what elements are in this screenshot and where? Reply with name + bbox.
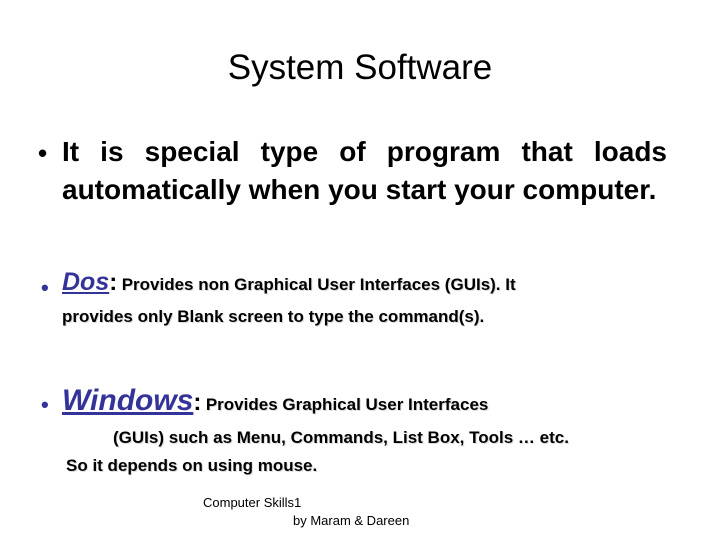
term-dos-colon: : [109, 269, 118, 296]
bullet-marker-dos: • [41, 275, 49, 300]
dos-description-line-2-row: provides only Blank screen to type the c… [62, 304, 662, 331]
bullet-item-intro: It is special type of program that loads… [62, 133, 667, 209]
footer-course-name: Computer Skills1 [203, 495, 302, 510]
bullet-intro-text: It is special type of program that loads… [62, 136, 667, 205]
footer-authors: by Maram & Dareen [293, 513, 410, 528]
windows-heading-line: Windows: Provides Graphical User Interfa… [62, 385, 672, 422]
windows-description-line-2-row: (GUIs) such as Menu, Commands, List Box,… [62, 425, 672, 451]
windows-description-line-3-row: So it depends on using mouse. [62, 453, 672, 479]
term-windows-colon: : [193, 389, 202, 416]
windows-description-line-2: (GUIs) such as Menu, Commands, List Box,… [113, 428, 569, 447]
page-title: System Software [227, 48, 493, 87]
term-windows: Windows [62, 384, 194, 417]
slide-footer: Computer Skills1 by Maram & Dareen [0, 494, 720, 530]
presentation-slide: System Software • It is special type of … [0, 0, 720, 540]
term-dos: Dos [62, 268, 110, 296]
bullet-marker-windows: • [41, 392, 49, 417]
bullet-marker-intro: • [38, 138, 48, 168]
dos-heading-line: Dos: Provides non Graphical User Interfa… [62, 268, 662, 300]
dos-description-line-2: provides only Blank screen to type the c… [62, 307, 485, 326]
dos-description-line-1: Provides non Graphical User Interfaces (… [121, 275, 516, 294]
windows-description-line-1: Provides Graphical User Interfaces [205, 395, 489, 414]
windows-description-line-3: So it depends on using mouse. [66, 456, 318, 475]
bullet-item-dos: Dos: Provides non Graphical User Interfa… [62, 268, 662, 331]
bullet-item-windows: Windows: Provides Graphical User Interfa… [62, 385, 672, 479]
